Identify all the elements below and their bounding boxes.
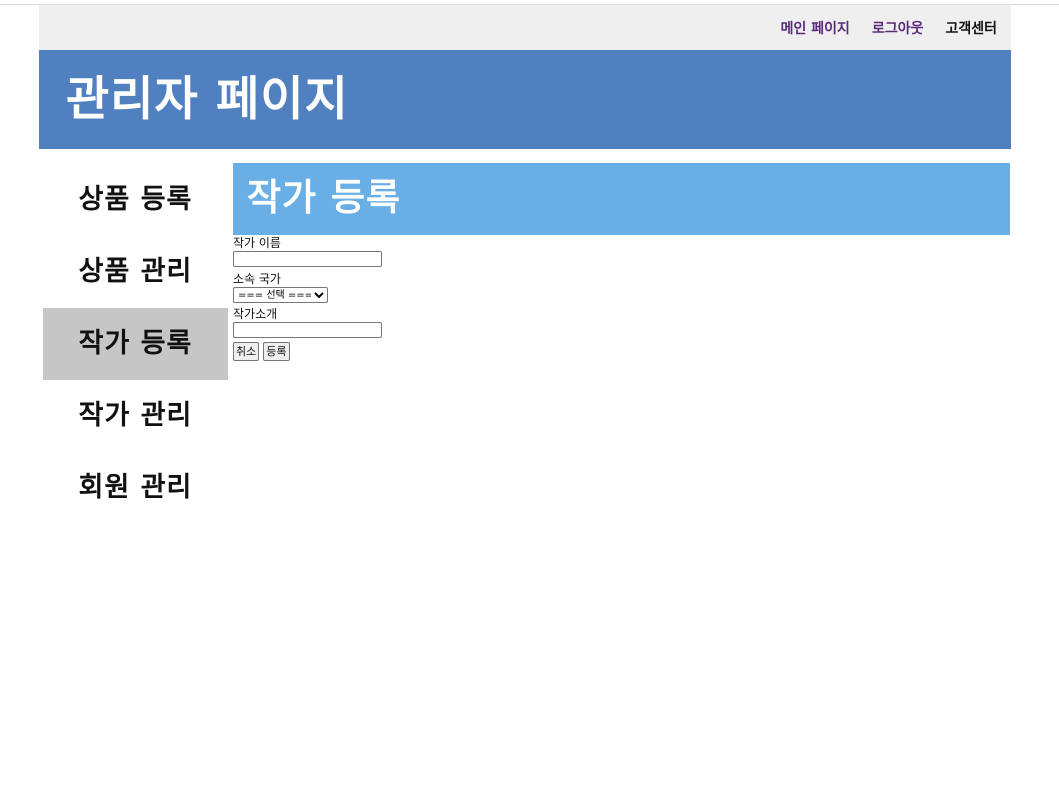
form-buttons: 취소 등록 (233, 342, 1010, 361)
artist-intro-label: 작가소개 (233, 307, 278, 321)
sidebar-item-product-register[interactable]: 상품 등록 (43, 164, 228, 236)
cancel-button[interactable]: 취소 (233, 342, 260, 361)
artist-intro-input[interactable] (233, 322, 382, 338)
body-area: 상품 등록 상품 관리 작가 등록 작가 관리 회원 관리 작가 등록 작가 이… (39, 149, 1011, 749)
section-title: 작가 등록 (247, 176, 402, 219)
sidebar-item-artist-manage[interactable]: 작가 관리 (43, 380, 228, 452)
artist-name-label: 작가 이름 (233, 236, 281, 250)
sidebar-item-member-manage[interactable]: 회원 관리 (43, 452, 228, 524)
page-title: 관리자 페이지 (66, 72, 349, 127)
artist-name-input[interactable] (233, 251, 382, 267)
main-page-link[interactable]: 메인 페이지 (781, 18, 850, 38)
sidebar: 상품 등록 상품 관리 작가 등록 작가 관리 회원 관리 (43, 164, 228, 524)
sidebar-item-product-manage[interactable]: 상품 관리 (43, 236, 228, 308)
country-label: 소속 국가 (233, 272, 281, 286)
section-title-bar: 작가 등록 (233, 163, 1010, 235)
submit-button[interactable]: 등록 (263, 342, 290, 361)
top-nav-bar: 메인 페이지 로그아웃 고객센터 (39, 5, 1011, 50)
customer-center-link[interactable]: 고객센터 (945, 18, 997, 38)
country-select[interactable]: === 선택 === (233, 287, 328, 303)
page-wrapper: 메인 페이지 로그아웃 고객센터 관리자 페이지 상품 등록 상품 관리 작가 … (39, 5, 1011, 749)
artist-register-form: 작가 이름 소속 국가 === 선택 === 작가소개 취소 등록 (233, 235, 1010, 361)
top-nav-links: 메인 페이지 로그아웃 고객센터 (781, 18, 997, 38)
page-header: 관리자 페이지 (39, 50, 1011, 149)
main-content: 작가 등록 작가 이름 소속 국가 === 선택 === 작가소개 취소 등록 (233, 163, 1010, 361)
logout-link[interactable]: 로그아웃 (872, 18, 924, 38)
sidebar-item-artist-register[interactable]: 작가 등록 (43, 308, 228, 380)
